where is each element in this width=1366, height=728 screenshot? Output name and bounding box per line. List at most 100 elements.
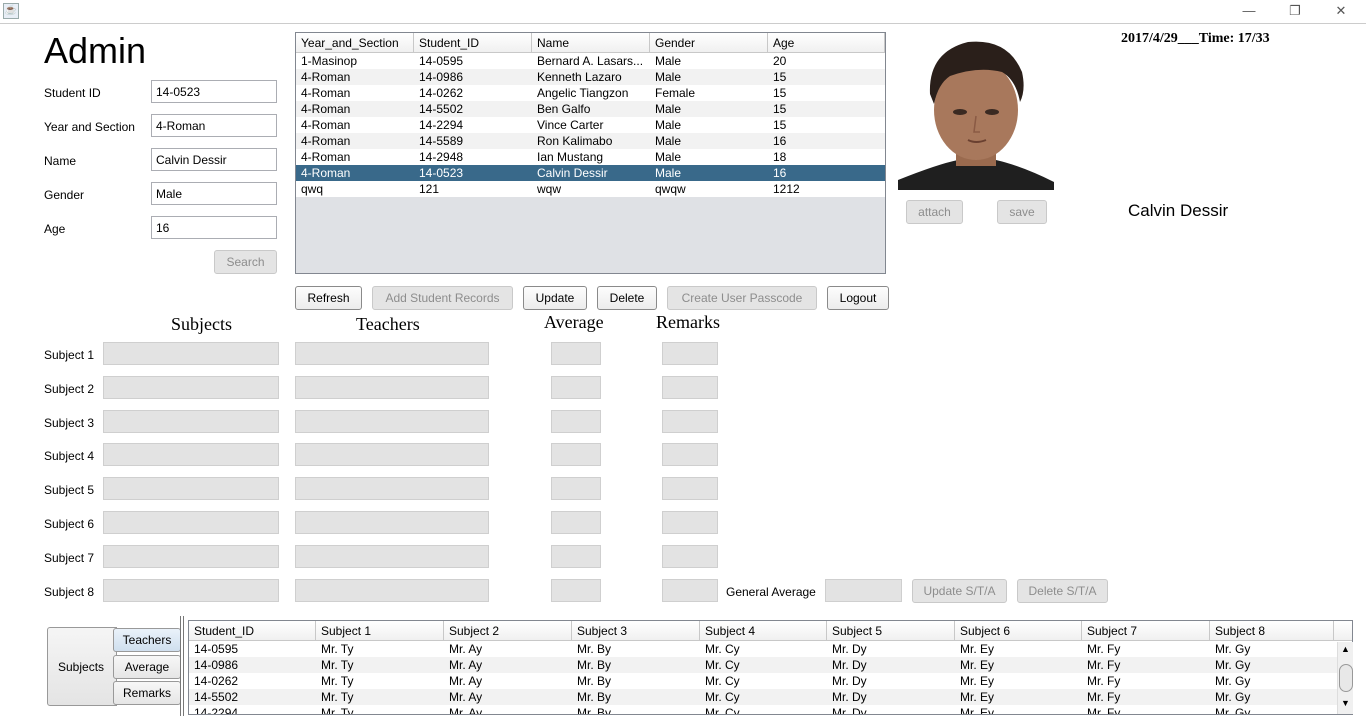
teachers-table-row[interactable]: 14-5502 Mr. Ty Mr. Ay Mr. By Mr. Cy Mr. Dy Mr.… <box>189 689 1352 705</box>
remarks-field[interactable] <box>662 410 718 433</box>
students-table-row[interactable]: 4-Roman 14-5502 Ben Galfo Male 15 <box>296 101 885 117</box>
teacher-field[interactable] <box>295 579 489 602</box>
name-field[interactable]: Calvin Dessir <box>151 148 277 171</box>
subject-field[interactable] <box>103 376 279 399</box>
add-student-records-button[interactable]: Add Student Records <box>372 286 513 310</box>
teacher-field[interactable] <box>295 545 489 568</box>
students-column-header[interactable]: Year_and_Section <box>296 33 414 52</box>
search-button[interactable]: Search <box>214 250 277 274</box>
delete-button[interactable]: Delete <box>597 286 657 310</box>
teachers-column-header[interactable]: Student_ID <box>189 621 316 640</box>
average-field[interactable] <box>551 511 601 534</box>
teachers-column-header[interactable]: Subject 3 <box>572 621 700 640</box>
average-field[interactable] <box>551 443 601 466</box>
teachers-table-row[interactable]: 14-0986 Mr. Ty Mr. Ay Mr. By Mr. Cy Mr. Dy Mr.… <box>189 657 1352 673</box>
refresh-button[interactable]: Refresh <box>295 286 362 310</box>
subject-field[interactable] <box>103 342 279 365</box>
subject-row-label: Subject 8 <box>44 585 95 599</box>
teachers-column-header[interactable]: Subject 5 <box>827 621 955 640</box>
students-table-row[interactable]: qwq 121 wqw qwqw 1212 <box>296 181 885 197</box>
save-photo-button[interactable]: save <box>997 200 1047 224</box>
students-table[interactable]: Year_and_Section Student_ID Name Gender Age … <box>295 32 886 274</box>
teacher-field[interactable] <box>295 410 489 433</box>
students-table-row[interactable]: 4-Roman 14-5589 Ron Kalimabo Male 16 <box>296 133 885 149</box>
teacher-field[interactable] <box>295 477 489 500</box>
tab-subjects[interactable]: Subjects <box>47 627 117 706</box>
minimize-icon[interactable]: — <box>1226 0 1272 22</box>
average-field[interactable] <box>551 376 601 399</box>
remarks-field[interactable] <box>662 579 718 602</box>
tab-remarks[interactable]: Remarks <box>113 681 181 705</box>
average-field[interactable] <box>551 579 601 602</box>
teachers-table[interactable]: Student_ID Subject 1 Subject 2 Subject 3 Sub… <box>188 620 1353 715</box>
teachers-column-header[interactable]: Subject 7 <box>1082 621 1210 640</box>
teachers-column-header[interactable]: Subject 8 <box>1210 621 1334 640</box>
students-column-header[interactable]: Name <box>532 33 650 52</box>
teachers-table-row[interactable]: 14-2294 Mr. Ty Mr. Ay Mr. By Mr. Cy Mr. Dy Mr.… <box>189 705 1352 714</box>
scroll-thumb[interactable] <box>1339 664 1353 692</box>
teacher-field[interactable] <box>295 443 489 466</box>
students-table-cell: 14-2948 <box>419 150 464 164</box>
average-field[interactable] <box>551 545 601 568</box>
age-field[interactable]: 16 <box>151 216 277 239</box>
scroll-up-icon[interactable]: ▲ <box>1341 644 1350 654</box>
remarks-field[interactable] <box>662 545 718 568</box>
delete-sta-button[interactable]: Delete S/T/A <box>1017 579 1108 603</box>
teacher-field[interactable] <box>295 342 489 365</box>
teacher-field[interactable] <box>295 376 489 399</box>
tab-average[interactable]: Average <box>113 655 181 679</box>
scroll-down-icon[interactable]: ▼ <box>1341 698 1350 708</box>
subject-field[interactable] <box>103 545 279 568</box>
subject-field[interactable] <box>103 443 279 466</box>
students-column-header[interactable]: Gender <box>650 33 768 52</box>
teachers-column-header[interactable]: Subject 2 <box>444 621 572 640</box>
logout-button[interactable]: Logout <box>827 286 889 310</box>
students-table-row[interactable]: 4-Roman 14-2294 Vince Carter Male 15 <box>296 117 885 133</box>
teachers-table-cell: 14-0986 <box>194 658 239 672</box>
subject-field[interactable] <box>103 410 279 433</box>
general-average-field[interactable] <box>825 579 902 602</box>
students-table-row[interactable]: 4-Roman 14-0523 Calvin Dessir Male 16 <box>296 165 885 181</box>
teachers-column-header[interactable]: Subject 1 <box>316 621 444 640</box>
datetime-label: 2017/4/29___Time: 17/33 <box>1121 31 1270 46</box>
remarks-field[interactable] <box>662 443 718 466</box>
restore-icon[interactable]: ❐ <box>1272 0 1318 22</box>
students-table-cell: Male <box>655 134 682 148</box>
remarks-field[interactable] <box>662 511 718 534</box>
update-sta-button[interactable]: Update S/T/A <box>912 579 1007 603</box>
close-icon[interactable]: ✕ <box>1318 0 1364 22</box>
remarks-field[interactable] <box>662 376 718 399</box>
students-table-cell: Kenneth Lazaro <box>537 70 622 84</box>
students-table-row[interactable]: 4-Roman 14-2948 Ian Mustang Male 18 <box>296 149 885 165</box>
create-user-passcode-button[interactable]: Create User Passcode <box>667 286 817 310</box>
subject-field[interactable] <box>103 511 279 534</box>
student-id-field[interactable]: 14-0523 <box>151 80 277 103</box>
year-section-field[interactable]: 4-Roman <box>151 114 277 137</box>
students-table-cell: 14-0986 <box>419 70 464 84</box>
students-column-header[interactable]: Age <box>768 33 885 52</box>
teachers-table-cell: 14-0262 <box>194 674 239 688</box>
name-label: Name <box>44 154 77 168</box>
teachers-column-header[interactable]: Subject 6 <box>955 621 1082 640</box>
average-field[interactable] <box>551 477 601 500</box>
tab-teachers[interactable]: Teachers <box>113 628 181 652</box>
subject-field[interactable] <box>103 579 279 602</box>
gender-field[interactable]: Male <box>151 182 277 205</box>
students-table-row[interactable]: 1-Masinop 14-0595 Bernard A. Lasars... Male… <box>296 53 885 69</box>
attach-photo-button[interactable]: attach <box>906 200 963 224</box>
students-table-row[interactable]: 4-Roman 14-0262 Angelic Tiangzon Female 15 <box>296 85 885 101</box>
students-table-row[interactable]: 4-Roman 14-0986 Kenneth Lazaro Male 15 <box>296 69 885 85</box>
remarks-field[interactable] <box>662 342 718 365</box>
teachers-table-scrollbar[interactable]: ▲ ▼ <box>1337 642 1353 714</box>
teachers-table-row[interactable]: 14-0595 Mr. Ty Mr. Ay Mr. By Mr. Cy Mr. Dy Mr.… <box>189 641 1352 657</box>
students-column-header[interactable]: Student_ID <box>414 33 532 52</box>
subject-field[interactable] <box>103 477 279 500</box>
teachers-column-header[interactable]: Subject 4 <box>700 621 827 640</box>
teachers-table-row[interactable]: 14-0262 Mr. Ty Mr. Ay Mr. By Mr. Cy Mr. Dy Mr.… <box>189 673 1352 689</box>
remarks-field[interactable] <box>662 477 718 500</box>
student-id-label: Student ID <box>44 86 101 100</box>
teacher-field[interactable] <box>295 511 489 534</box>
average-field[interactable] <box>551 410 601 433</box>
average-field[interactable] <box>551 342 601 365</box>
update-button[interactable]: Update <box>523 286 587 310</box>
